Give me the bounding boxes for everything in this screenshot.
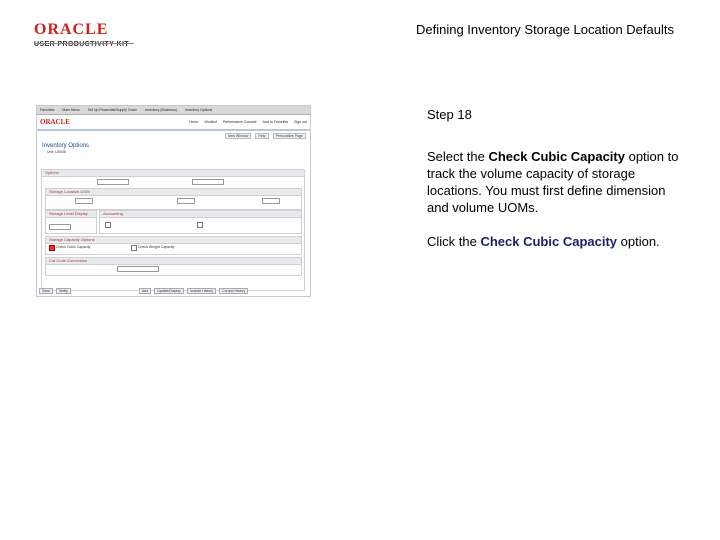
check-weight-capacity-label: Check Weight Capacity xyxy=(138,245,175,249)
logo-divider xyxy=(34,43,134,44)
subnav-link: Help xyxy=(255,132,269,139)
top-link: Home xyxy=(189,120,199,124)
screenshot-top-links: Home Worklist Performance Console Add to… xyxy=(189,120,307,124)
footer-button: Notify xyxy=(55,287,71,294)
screenshot-footer: Save Notify Add Update/Display Include H… xyxy=(39,287,308,294)
logo-oracle-text: ORACLE xyxy=(34,21,109,38)
storage-level-select xyxy=(49,224,71,230)
instruction-text: Select the xyxy=(427,149,489,164)
step-action: Click the Check Cubic Capacity option. xyxy=(427,233,697,250)
menubar-item: Main Menu xyxy=(62,108,80,112)
check-cubic-capacity-label: Check Cubic Capacity xyxy=(56,245,91,249)
screenshot-oracle-logo: ORACLE xyxy=(40,118,70,126)
conversion-input xyxy=(117,266,159,272)
footer-button: Save xyxy=(39,287,53,294)
instruction-bold: Check Cubic Capacity xyxy=(488,149,625,164)
footer-button: Add xyxy=(138,287,152,294)
storage-uom-header: Storage Location UOM xyxy=(46,189,301,196)
check-weight-capacity-checkbox[interactable] xyxy=(131,245,137,251)
screenshot-menubar: Favorites Main Menu Set Up Financials/Su… xyxy=(37,106,310,115)
menubar-item: Favorites xyxy=(40,108,55,112)
options-select xyxy=(192,179,224,185)
menubar-item: Inventory Options xyxy=(184,108,213,112)
subnav-link: New Window xyxy=(224,132,252,139)
menubar-item: Set Up Financials/Supply Chain xyxy=(87,108,137,112)
accounting-header: Accounting xyxy=(100,211,301,218)
screenshot-unit-label: Unit: US008 xyxy=(47,150,66,154)
top-link: Performance Console xyxy=(222,120,257,124)
action-text: option. xyxy=(617,234,660,249)
screenshot-subnav: New Window Help Personalize Page xyxy=(37,131,310,140)
top-link: Sign out xyxy=(294,120,307,124)
menubar-item: Inventory (Business) xyxy=(144,108,177,112)
conversion-group: Cut Code Conversion xyxy=(45,257,302,276)
weight-uom-input xyxy=(177,198,195,204)
storage-level-group: Storage Level Display xyxy=(45,210,97,234)
screenshot-brand-bar: ORACLE Home Worklist Performance Console… xyxy=(37,115,310,129)
storage-capacity-header: Storage Capacity Options xyxy=(46,237,301,244)
step-number: Step 18 xyxy=(427,107,472,122)
oracle-upk-logo: ORACLE USER PRODUCTIVITY KIT xyxy=(34,22,138,49)
volume-uom-input xyxy=(262,198,280,204)
top-link: Worklist xyxy=(204,120,217,124)
options-input xyxy=(97,179,129,185)
document-title: Defining Inventory Storage Location Defa… xyxy=(416,22,674,37)
step-instruction: Select the Check Cubic Capacity option t… xyxy=(427,148,689,216)
conversion-header: Cut Code Conversion xyxy=(46,258,301,265)
options-header: Options xyxy=(42,170,304,177)
dimension-uom-input xyxy=(75,198,93,204)
accounting-checkbox xyxy=(105,222,111,228)
storage-level-header: Storage Level Display xyxy=(46,211,96,218)
check-cubic-capacity-checkbox[interactable] xyxy=(49,245,55,251)
top-link: Add to Favorites xyxy=(262,120,289,124)
logo-upk-text: USER PRODUCTIVITY KIT xyxy=(34,41,130,48)
footer-button: Include History xyxy=(186,287,217,294)
action-text: Click the xyxy=(427,234,481,249)
application-screenshot: Favorites Main Menu Set Up Financials/Su… xyxy=(36,105,311,297)
subnav-link: Personalize Page xyxy=(272,132,306,139)
footer-button: Correct History xyxy=(219,287,249,294)
action-bold: Check Cubic Capacity xyxy=(480,234,618,249)
accounting-checkbox xyxy=(197,222,203,228)
screenshot-page-title: Inventory Options xyxy=(42,143,90,149)
footer-button: Update/Display xyxy=(154,287,184,294)
